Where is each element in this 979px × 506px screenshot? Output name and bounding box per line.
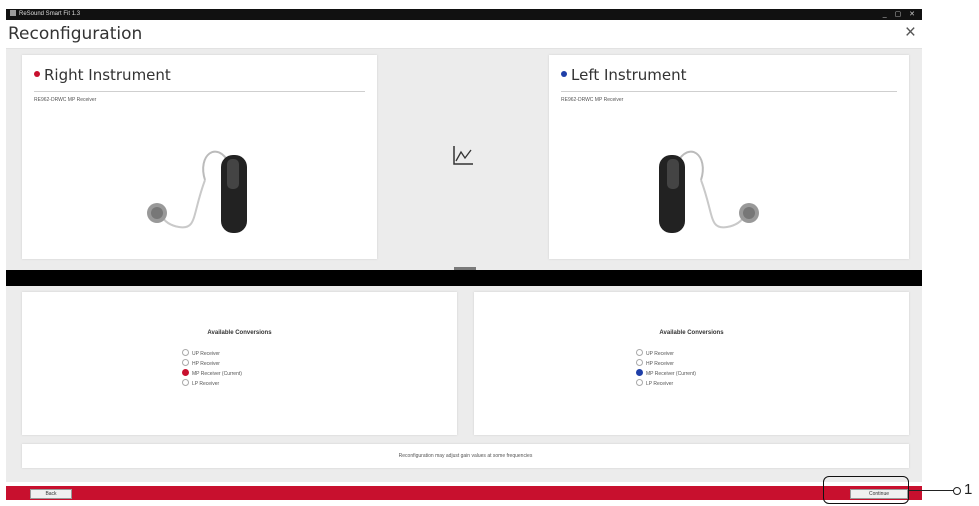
right-option-hp-receiver[interactable]: HP Receiver	[182, 359, 242, 369]
splitter-handle[interactable]	[454, 267, 476, 270]
radio-button[interactable]	[182, 349, 189, 356]
footer-bar: Back Continue	[6, 486, 922, 500]
page-title: Reconfiguration	[8, 24, 143, 44]
left-hearing-aid-image	[659, 150, 759, 233]
right-option-up-receiver[interactable]: UP Receiver	[182, 349, 242, 359]
panel-splitter[interactable]	[6, 267, 922, 286]
left-instrument-title: Left Instrument	[561, 66, 687, 84]
right-hearing-aid-image	[147, 150, 247, 233]
radio-button[interactable]	[182, 379, 189, 386]
left-instrument-model: RE962-DRWC MP Receiver	[561, 97, 624, 103]
callout-line	[909, 490, 954, 491]
right-instrument-title: Right Instrument	[34, 66, 171, 84]
left-conversions-card: Available Conversions UP Receiver HP Rec…	[474, 292, 909, 435]
left-conversion-options: UP Receiver HP Receiver MP Receiver (Cur…	[636, 349, 696, 389]
radio-button-selected[interactable]	[182, 369, 189, 376]
left-side-dot	[561, 71, 567, 77]
left-option-hp-receiver[interactable]: HP Receiver	[636, 359, 696, 369]
callout-highlight	[823, 476, 909, 504]
right-option-lp-receiver[interactable]: LP Receiver	[182, 379, 242, 389]
radio-button[interactable]	[636, 379, 643, 386]
back-button[interactable]: Back	[30, 489, 72, 499]
right-option-mp-receiver[interactable]: MP Receiver (Current)	[182, 369, 242, 379]
window-title-bar: ReSound Smart Fit 1.3 _ ▢ ✕	[6, 9, 922, 20]
radio-button-selected[interactable]	[636, 369, 643, 376]
left-conversions-heading: Available Conversions	[659, 330, 724, 336]
radio-button[interactable]	[182, 359, 189, 366]
conversion-panel: Available Conversions UP Receiver HP Rec…	[6, 286, 922, 482]
left-option-lp-receiver[interactable]: LP Receiver	[636, 379, 696, 389]
right-conversions-heading: Available Conversions	[207, 330, 272, 336]
left-instrument-card: Left Instrument RE962-DRWC MP Receiver	[549, 55, 909, 259]
info-note-box: Reconfiguration may adjust gain values a…	[22, 444, 909, 468]
instrument-panel: Right Instrument RE962-DRWC MP Receiver …	[6, 49, 922, 270]
page-header: Reconfiguration ×	[6, 20, 922, 49]
right-instrument-model: RE962-DRWC MP Receiver	[34, 97, 97, 103]
right-instrument-card: Right Instrument RE962-DRWC MP Receiver	[22, 55, 377, 259]
line-chart-icon[interactable]	[451, 143, 475, 167]
right-conversions-card: Available Conversions UP Receiver HP Rec…	[22, 292, 457, 435]
app-icon	[10, 10, 16, 16]
radio-button[interactable]	[636, 359, 643, 366]
right-side-dot	[34, 71, 40, 77]
window-controls[interactable]: _ ▢ ✕	[883, 9, 918, 20]
divider	[34, 91, 365, 92]
window-title: ReSound Smart Fit 1.3	[19, 11, 81, 17]
callout-circle	[953, 487, 961, 495]
right-conversion-options: UP Receiver HP Receiver MP Receiver (Cur…	[182, 349, 242, 389]
left-option-up-receiver[interactable]: UP Receiver	[636, 349, 696, 359]
reconfiguration-note: Reconfiguration may adjust gain values a…	[398, 453, 533, 459]
close-icon[interactable]: ×	[905, 22, 916, 44]
callout-number: 1	[964, 481, 973, 498]
left-option-mp-receiver[interactable]: MP Receiver (Current)	[636, 369, 696, 379]
divider	[561, 91, 897, 92]
radio-button[interactable]	[636, 349, 643, 356]
